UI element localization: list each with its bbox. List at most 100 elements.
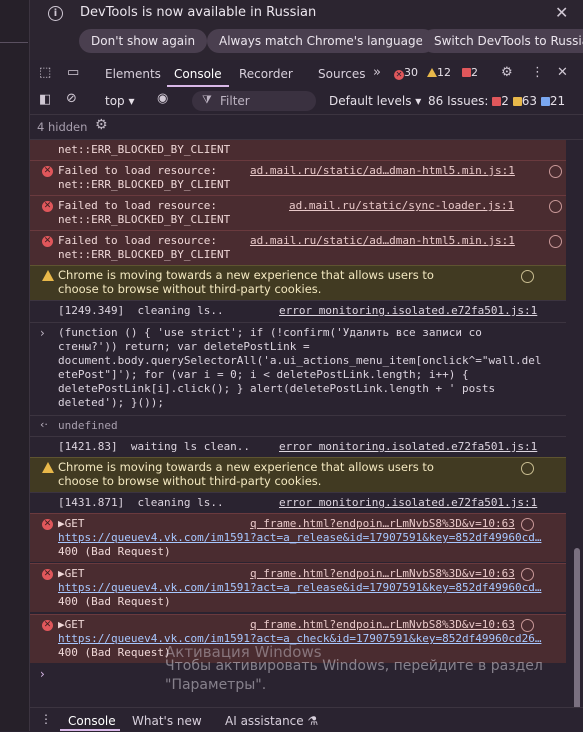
filter-icon: ⧩ [202, 93, 212, 106]
clear-console-icon[interactable]: ⊘ [66, 91, 77, 106]
scrollbar-thumb[interactable] [574, 548, 580, 716]
log-source-link[interactable]: q frame.html?endpoin…rLmNvbS8%3D&v=10:63 [250, 567, 515, 580]
log-source-link[interactable]: q frame.html?endpoin…rLmNvbS8%3D&v=10:63 [250, 517, 515, 530]
log-entry-info: [1431.871] cleaning ls.. error monitorin… [30, 492, 566, 513]
windows-activation-text-2: "Параметры". [165, 677, 267, 693]
log-text: choose to browse without third-party coo… [58, 282, 322, 296]
close-devtools-icon[interactable]: ✕ [557, 65, 568, 80]
settings-gear-icon[interactable]: ⚙ [501, 65, 513, 80]
log-scrollbar[interactable] [571, 140, 583, 716]
console-toolbar: ◧ ⊘ top ▾ ◉ ⧩ Filter Default levels ▾ 86… [30, 88, 583, 115]
error-icon: ✕ [42, 201, 53, 212]
log-source-link[interactable]: error monitoring.isolated.e72fa501.js:1 [279, 440, 537, 453]
issue-count[interactable]: 2 [462, 66, 478, 79]
match-chrome-language-button[interactable]: Always match Chrome's language [207, 29, 435, 53]
log-entry-network-error[interactable]: ✕ ▶GET q frame.html?endpoin…rLmNvbS8%3D&… [30, 563, 566, 612]
issue-count-value: 2 [471, 66, 478, 79]
warning-count[interactable]: 12 [427, 66, 451, 79]
console-settings-gear-icon[interactable]: ⚙ [95, 117, 108, 133]
ai-insights-icon[interactable] [549, 200, 562, 213]
log-entry-warning: Chrome is moving towards a new experienc… [30, 265, 566, 300]
log-text: [1421.83] waiting ls clean.. [58, 440, 251, 453]
ai-insights-icon[interactable] [521, 619, 534, 632]
issue-icon [462, 68, 471, 77]
drawer-menu-icon[interactable]: ⋮ [40, 712, 52, 726]
log-text: choose to browse without third-party coo… [58, 474, 322, 488]
close-icon[interactable]: ✕ [555, 3, 568, 22]
log-levels-label: Default levels [329, 94, 412, 108]
ai-insights-icon[interactable] [549, 165, 562, 178]
filter-placeholder: Filter [220, 94, 250, 108]
log-levels-dropdown[interactable]: Default levels ▾ [329, 94, 421, 108]
log-source-link[interactable]: error monitoring.isolated.e72fa501.js:1 [279, 304, 537, 317]
log-source-link[interactable]: ad.mail.ru/static/sync-loader.js:1 [289, 199, 514, 212]
error-icon: ✕ [394, 70, 404, 80]
log-entry-error: ✕ Failed to load resource: net::ERR_BLOC… [30, 230, 566, 265]
error-icon: ✕ [42, 166, 53, 177]
log-text: net::ERR_BLOCKED_BY_CLIENT [58, 143, 231, 156]
issue-error-icon [492, 97, 502, 106]
log-source-link[interactable]: ad.mail.ru/static/ad…dman-html5.min.js:1 [250, 164, 515, 177]
log-text: ▶GET [58, 567, 85, 580]
code-line: document.body.querySelectorAll('a.ui_act… [58, 354, 542, 367]
log-entry-info: [1421.83] waiting ls clean.. error monit… [30, 436, 566, 457]
ai-insights-icon[interactable] [521, 518, 534, 531]
log-entry-error: net::ERR_BLOCKED_BY_CLIENT [30, 140, 566, 161]
tab-elements[interactable]: Elements [105, 67, 161, 81]
request-url-link[interactable]: https://queuev4.vk.com/im1591?act=a_rele… [58, 581, 541, 594]
flask-icon: ⚗ [307, 714, 319, 728]
log-source-link[interactable]: ad.mail.ru/static/ad…dman-html5.min.js:1 [250, 234, 515, 247]
more-tabs-icon[interactable]: » [373, 65, 381, 80]
dont-show-again-button[interactable]: Don't show again [79, 29, 208, 53]
drawer-tab-ai-assistance[interactable]: AI assistance ⚗ [225, 714, 318, 728]
log-text: Failed to load resource: [58, 234, 217, 247]
left-page-strip [0, 0, 30, 731]
ai-insights-icon[interactable] [521, 568, 534, 581]
tab-console[interactable]: Console [174, 67, 222, 81]
ai-insights-icon[interactable] [521, 462, 534, 475]
drawer-tab-console[interactable]: Console [68, 714, 116, 728]
tab-recorder[interactable]: Recorder [239, 67, 293, 81]
log-entry-info: [1249.349] cleaning ls.. error monitorin… [30, 300, 566, 321]
log-text: Chrome is moving towards a new experienc… [58, 268, 434, 282]
tab-sources[interactable]: Sources [318, 67, 365, 81]
log-text: ▶GET [58, 517, 85, 530]
log-source-link[interactable]: q frame.html?endpoin…rLmNvbS8%3D&v=10:63 [250, 618, 515, 631]
ai-insights-icon[interactable] [549, 235, 562, 248]
infobar-message: DevTools is now available in Russian [80, 5, 317, 20]
log-text: [1431.871] cleaning ls.. [58, 496, 224, 509]
filter-input[interactable]: ⧩ Filter [192, 91, 316, 111]
drawer-tab-whats-new[interactable]: What's new [132, 714, 202, 728]
device-toolbar-icon[interactable]: ▭ [67, 65, 79, 80]
warning-icon [427, 68, 437, 77]
issues-counter[interactable]: 86 Issues: 2 63 21 [428, 94, 565, 108]
more-options-icon[interactable]: ⋮ [531, 65, 544, 80]
error-icon: ✕ [42, 519, 53, 530]
eye-icon[interactable]: ◉ [157, 91, 168, 106]
warning-icon [42, 462, 54, 473]
log-entry-error: ✕ Failed to load resource: net::ERR_BLOC… [30, 160, 566, 195]
code-line: (function () { 'use strict'; if (!confir… [58, 326, 482, 339]
devtools-panel: i DevTools is now available in Russian ✕… [30, 0, 583, 732]
request-url-link[interactable]: https://queuev4.vk.com/im1591?act=a_rele… [58, 531, 541, 544]
context-value: top [105, 94, 125, 108]
error-icon: ✕ [42, 236, 53, 247]
log-text: 400 (Bad Request) [58, 595, 171, 608]
info-icon: i [48, 6, 63, 21]
result-value: undefined [58, 419, 118, 432]
console-input-prompt[interactable]: › [40, 667, 45, 681]
error-count[interactable]: ✕ 30 [394, 66, 418, 80]
ai-insights-icon[interactable] [521, 270, 534, 283]
log-source-link[interactable]: error monitoring.isolated.e72fa501.js:1 [279, 496, 537, 509]
inspect-element-icon[interactable]: ⬚ [39, 65, 51, 80]
hidden-count: 4 hidden [37, 120, 88, 134]
issue-info-icon [540, 97, 550, 106]
log-entry-network-error[interactable]: ✕ ▶GET q frame.html?endpoin…rLmNvbS8%3D&… [30, 513, 566, 562]
switch-devtools-russian-button[interactable]: Switch DevTools to Russian [422, 29, 583, 53]
console-input-echo: › (function () { 'use strict'; if (!conf… [30, 322, 566, 415]
sidebar-toggle-icon[interactable]: ◧ [39, 92, 51, 107]
ai-assistance-label: AI assistance [225, 714, 304, 728]
context-selector[interactable]: top ▾ [105, 94, 135, 108]
code-line: стены?')) return; var deletePostLink = [58, 340, 310, 353]
log-text: net::ERR_BLOCKED_BY_CLIENT [58, 213, 231, 226]
